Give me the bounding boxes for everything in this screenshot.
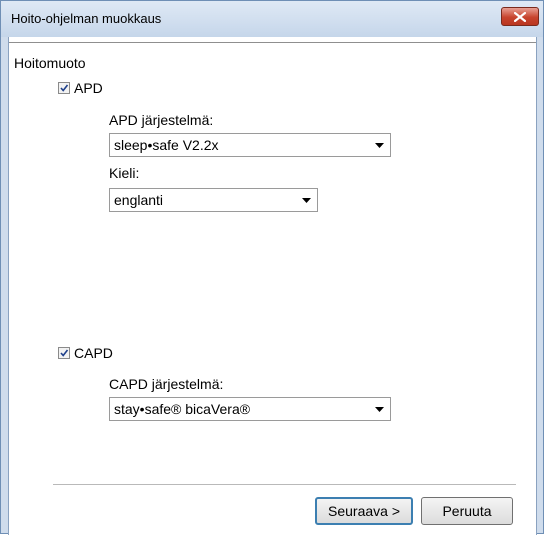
button-separator xyxy=(53,484,516,486)
apd-checkbox-label: APD xyxy=(74,80,103,96)
capd-checkbox-label: CAPD xyxy=(74,345,113,361)
dialog-window: Hoito-ohjelman muokkaus Hoitomuoto APD A… xyxy=(0,0,544,535)
capd-system-select[interactable]: stay•safe® bicaVera® xyxy=(109,397,391,421)
close-icon xyxy=(514,11,526,22)
capd-checkbox-row[interactable]: CAPD xyxy=(58,345,113,361)
apd-system-select[interactable]: sleep•safe V2.2x xyxy=(109,133,391,157)
capd-checkbox[interactable] xyxy=(58,347,70,359)
cancel-button[interactable]: Peruuta xyxy=(421,497,513,525)
apd-system-value: sleep•safe V2.2x xyxy=(114,137,219,153)
check-icon xyxy=(60,84,69,92)
chevron-down-icon xyxy=(375,143,384,148)
apd-checkbox-row[interactable]: APD xyxy=(58,80,103,96)
window-title: Hoito-ohjelman muokkaus xyxy=(11,11,162,26)
language-value: englanti xyxy=(114,192,164,208)
apd-checkbox[interactable] xyxy=(58,82,70,94)
chevron-down-icon xyxy=(375,407,384,412)
chevron-down-icon xyxy=(302,198,311,203)
next-button[interactable]: Seuraava > xyxy=(315,497,413,525)
dialog-client-area: Hoitomuoto APD APD järjestelmä: sleep•sa… xyxy=(8,37,537,535)
capd-system-label: CAPD järjestelmä: xyxy=(109,376,224,392)
language-select[interactable]: englanti xyxy=(109,188,318,212)
title-bar[interactable]: Hoito-ohjelman muokkaus xyxy=(1,1,543,37)
check-icon xyxy=(60,349,69,357)
treatment-group: Hoitomuoto APD APD järjestelmä: sleep•sa… xyxy=(9,42,536,535)
group-label: Hoitomuoto xyxy=(14,55,86,71)
language-label: Kieli: xyxy=(109,165,140,181)
capd-system-value: stay•safe® bicaVera® xyxy=(114,401,251,417)
close-button[interactable] xyxy=(501,7,539,26)
apd-system-label: APD järjestelmä: xyxy=(109,112,214,128)
